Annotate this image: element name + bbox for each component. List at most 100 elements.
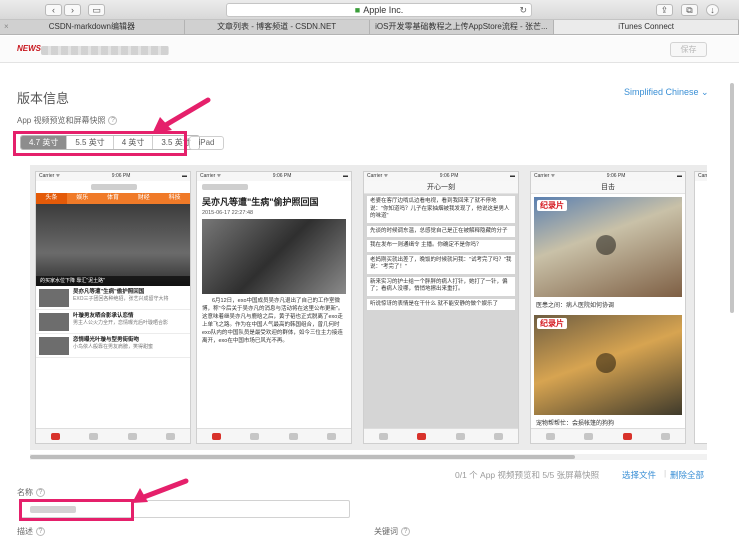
page-scrollbar[interactable] [728,63,736,544]
carrier: Carrier ᯤ [200,173,222,179]
forward-icon[interactable]: › [64,4,81,16]
address-bar[interactable]: ■ Apple Inc. ↻ [226,3,532,17]
download-icon[interactable]: ↓ [706,4,719,16]
description-label: 描述? [17,526,45,537]
nav-item: 财经 [137,195,150,201]
article-body: 6月12日，exo中国成员吴亦凡退出了自己的工作室微博，称"今后关于吴亦凡的消息… [202,298,344,344]
help-icon[interactable]: ? [401,527,410,537]
status-bar: Carrier ᯤ 9:06 PM ▬ [36,172,190,181]
help-icon[interactable]: ? [36,527,45,537]
screen-title: 目击 [531,181,685,194]
tabs-icon[interactable]: ⧉ [681,4,698,16]
nav-item: 头条 [36,193,67,204]
article-image [202,219,346,294]
app-logo: NEWS [17,44,41,53]
status-bar: Carrier ᯤ [695,172,707,181]
close-icon[interactable]: × [4,20,9,34]
browser-toolbar: ‹ › ▭ ■ Apple Inc. ↻ ⇪ ⧉ ↓ [0,0,739,20]
tab-csdn-list[interactable]: 文章列表 - 博客频道 - CSDN.NET [185,20,370,34]
news-tab-icon [50,432,60,440]
screenshot-5[interactable]: Carrier ᯤ [694,171,707,444]
share-icon[interactable]: ⇪ [656,4,673,16]
news-tab-icon [378,432,388,440]
screenshot-2[interactable]: Carrier ᯤ 9:06 PM ▬ 吴亦凡等遭"生病"偷护照回国 2015-06… [196,171,352,444]
item-title: 吴亦凡等遭"生病"偷护照回国 [73,289,145,295]
tab-ios-tutorial[interactable]: iOS开发零基础教程之上传AppStore流程 - 张芒... [370,20,555,34]
battery-icon: ▬ [509,173,515,179]
item-title: 恋情曝光叶璇与型男街街吻 [73,337,140,343]
thumbnail [39,289,69,307]
tab-itunes-connect[interactable]: iTunes Connect [554,20,739,34]
tab-label: iOS开发零基础教程之上传AppStore流程 - 张芒... [375,22,548,31]
video-tab-icon [89,432,99,440]
tab-label: 文章列表 - 博客频道 - CSDN.NET [217,22,337,31]
screen-title: 开心一刻 [364,181,518,194]
link-separator: | [664,468,667,478]
scrollbar-thumb[interactable] [730,83,734,313]
screenshot-4[interactable]: Carrier ᯤ 9:06 PM ▬ 目击 纪录片 医患之间：病人医院如何协调 纪… [530,171,686,444]
screenshot-3[interactable]: Carrier ᯤ 9:06 PM ▬ 开心一刻 老婆在客厅边啃瓜边看电视，看到我回… [363,171,519,444]
battery-icon: ▬ [181,173,187,179]
play-icon [596,353,616,373]
choose-file-link[interactable]: 选择文件 [622,469,656,481]
profile-tab-icon [166,432,176,440]
badge: 纪录片 [537,318,567,329]
discover-tab-icon [622,432,632,440]
discover-tab-icon [455,432,465,440]
keywords-label-text: 关键词 [374,527,398,536]
list-item: 恋情曝光叶璇与型男街街吻 小鸟依人般靠在男友肩膀，笑得甜蜜 [36,334,190,358]
save-button[interactable]: 保存 [670,42,707,57]
reload-icon[interactable]: ↻ [519,4,527,16]
hero-caption: 的买家水位下降 靠汇"泥土路" [36,276,190,286]
delete-all-link[interactable]: 删除全部 [670,469,704,481]
article-date: 2015-06-17 22:27:48 [202,210,254,216]
discover-tab-icon [127,432,137,440]
app-logo-bar [36,181,190,193]
back-icon[interactable]: ‹ [45,4,62,16]
time: 9:06 PM [439,173,459,179]
play-icon [596,235,616,255]
category-nav: 头条 娱乐 体育 财经 科技 [36,193,190,204]
nav-item: 体育 [106,195,119,201]
browser-window: ‹ › ▭ ■ Apple Inc. ↻ ⇪ ⧉ ↓ × CSDN-markdown… [0,0,739,544]
battery-icon: ▬ [342,173,348,179]
tab-csdn-editor[interactable]: × CSDN-markdown编辑器 [0,20,185,34]
sidebar-icon[interactable]: ▭ [88,4,105,16]
battery-icon: ▬ [676,173,682,179]
redacted-logo [91,184,137,190]
highlight-box-name [19,499,134,521]
video-tab-icon [584,432,594,440]
language-select[interactable]: Simplified Chinese ⌄ [624,87,709,98]
app-tabbar [36,428,190,443]
tab-bar: × CSDN-markdown编辑器 文章列表 - 博客频道 - CSDN.NET… [0,20,739,35]
video-card: 纪录片 宠物帮帮忙：会损帐篷的狗狗 [534,315,682,430]
arrow-annotation [152,97,211,134]
profile-tab-icon [494,432,504,440]
video-tab-icon [417,432,427,440]
screenshot-1[interactable]: Carrier ᯤ 9:06 PM ▬ 头条 娱乐 体育 财经 科技 的买家水位下降… [35,171,191,444]
thumbnail [39,337,69,355]
tab-label: CSDN-markdown编辑器 [48,22,135,31]
lock-icon: ■ [354,5,361,15]
discover-tab-icon [288,432,298,440]
screenshot-strip[interactable]: Carrier ᯤ 9:06 PM ▬ 头条 娱乐 体育 财经 科技 的买家水位下降… [30,165,707,450]
media-label-text: App 视频预览和屏幕快照 [17,116,106,125]
scrollbar-thumb[interactable] [30,455,575,459]
time: 9:06 PM [272,173,292,179]
help-icon[interactable]: ? [108,116,118,126]
item-sub: EXO三子团回各种绝招，张艺兴成留守大将 [73,296,169,302]
screenshot-count: 0/1 个 App 视频预览和 5/5 张屏幕快照 [455,470,600,480]
redacted-app-name [41,46,169,55]
name-label-text: 名称 [17,488,33,497]
page-title: 版本信息 [17,91,70,106]
news-tab-icon [211,432,221,440]
list-item: 吴亦凡等遭"生病"偷护照回国 EXO三子团回各种绝招，张艺兴成留守大将 [36,286,190,310]
video-tab-icon [250,432,260,440]
profile-tab-icon [661,432,671,440]
strip-scrollbar[interactable] [30,454,707,460]
joke-card: 先谈的时候调东温，总感觉自己是正在被解释隐藏的分子 [367,225,515,237]
carrier: Carrier ᯤ [534,173,556,179]
help-icon[interactable]: ? [36,488,45,498]
tab-ipad[interactable]: iPad [189,136,224,150]
joke-card: 老妈刚买就出差了，晚饭的时候就问我："试考完了吗？"我说："考完了！" [367,254,515,274]
